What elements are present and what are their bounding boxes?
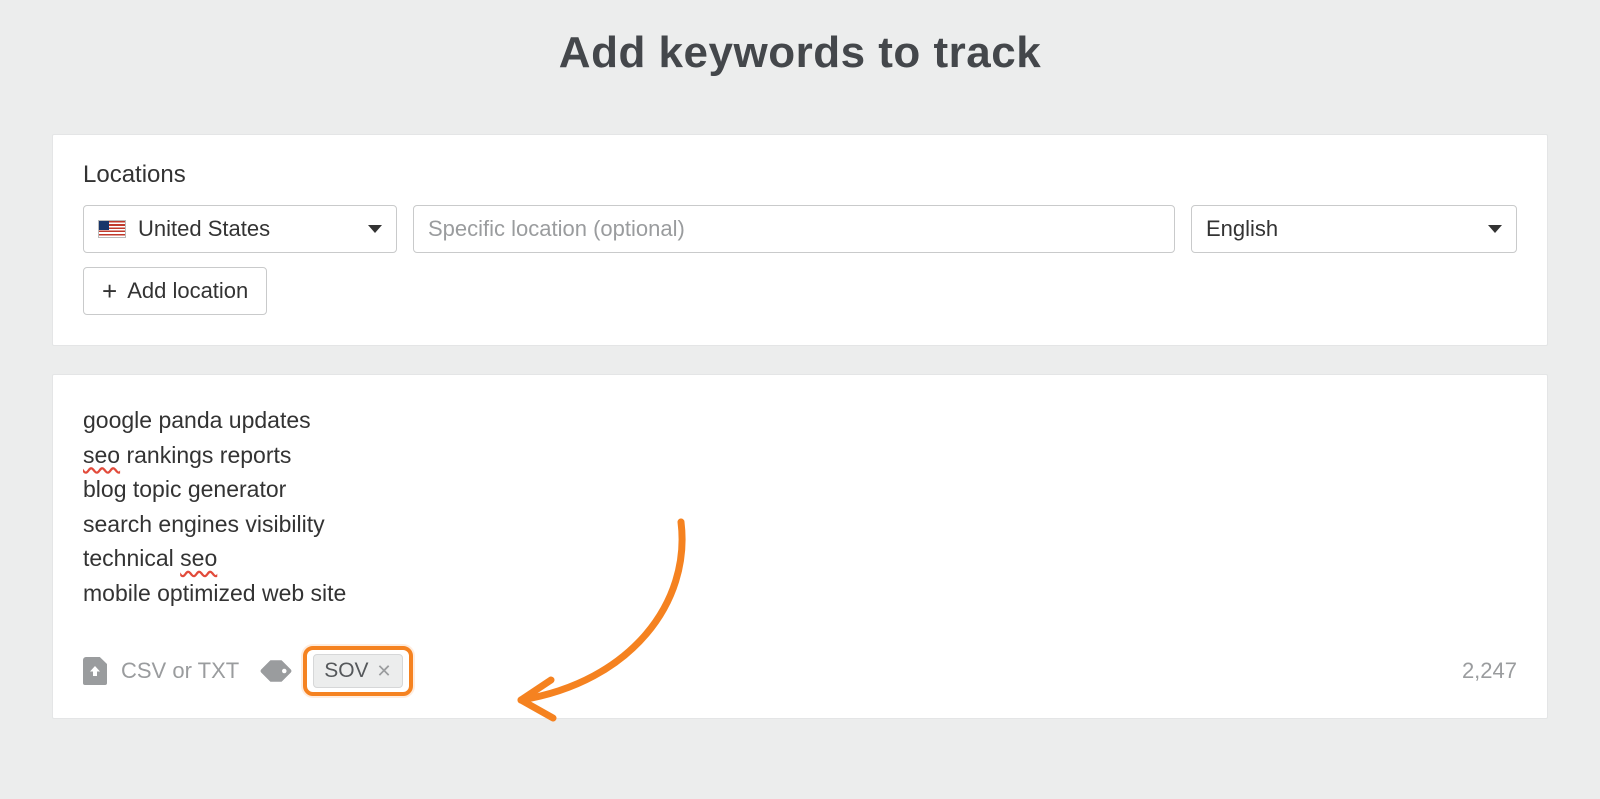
language-value: English [1206, 216, 1278, 242]
us-flag-icon [98, 220, 126, 238]
character-count: 2,247 [1462, 658, 1517, 684]
keyword-line: mobile optimized web site [83, 576, 1517, 611]
plus-icon: + [102, 278, 117, 304]
remove-tag-icon[interactable]: ✕ [377, 661, 392, 682]
country-select[interactable]: United States [83, 205, 397, 253]
spellcheck-word: seo [180, 545, 217, 571]
keywords-footer: CSV or TXT SOV ✕ 2,247 [83, 646, 1517, 696]
specific-location-field[interactable] [428, 216, 1160, 242]
keyword-line: search engines visibility [83, 507, 1517, 542]
keyword-line: google panda updates [83, 403, 1517, 438]
tag-chip[interactable]: SOV ✕ [313, 654, 402, 688]
keyword-line: technical seo [83, 541, 1517, 576]
keywords-panel: google panda updatesseo rankings reports… [52, 374, 1548, 719]
keywords-textarea[interactable]: google panda updatesseo rankings reports… [83, 403, 1517, 610]
keyword-line: seo rankings reports [83, 438, 1517, 473]
language-select[interactable]: English [1191, 205, 1517, 253]
upload-file-icon[interactable] [83, 657, 107, 685]
country-value: United States [138, 216, 270, 242]
locations-row: United States English [83, 205, 1517, 253]
tag-icon[interactable] [260, 654, 293, 687]
annotation-highlight: SOV ✕ [303, 646, 412, 696]
page-title: Add keywords to track [0, 28, 1600, 78]
spellcheck-word: seo [83, 442, 120, 468]
locations-label: Locations [83, 161, 1517, 189]
chevron-down-icon [368, 225, 382, 233]
tag-chip-label: SOV [324, 659, 368, 683]
locations-panel: Locations United States English + Add lo… [52, 134, 1548, 346]
keyword-line: blog topic generator [83, 472, 1517, 507]
upload-label[interactable]: CSV or TXT [121, 658, 239, 684]
add-location-label: Add location [127, 278, 248, 304]
specific-location-input[interactable] [413, 205, 1175, 253]
add-location-button[interactable]: + Add location [83, 267, 267, 315]
chevron-down-icon [1488, 225, 1502, 233]
